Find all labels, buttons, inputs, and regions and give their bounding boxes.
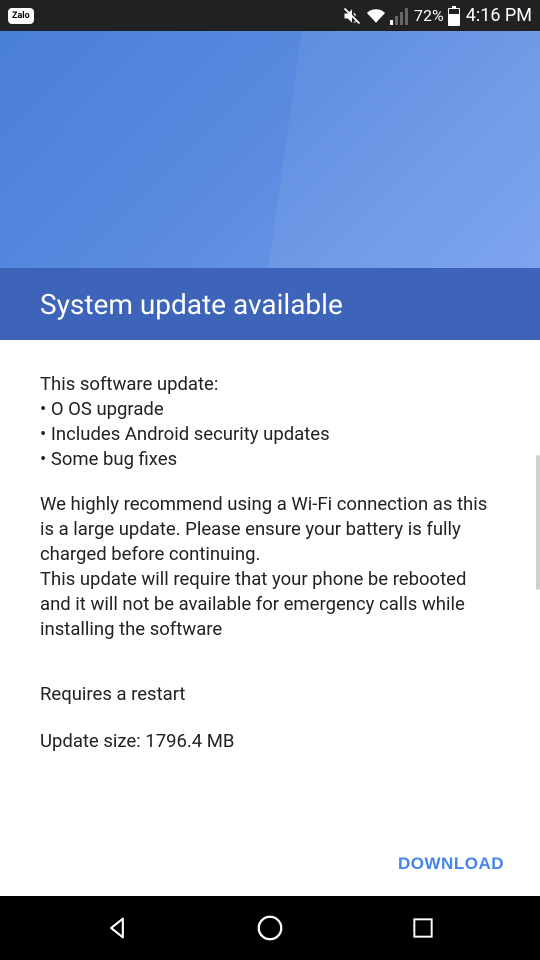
recent-apps-button[interactable] <box>373 915 473 941</box>
bullet-os-upgrade: • O OS upgrade <box>40 397 500 422</box>
bullet-bugfixes: • Some bug fixes <box>40 447 500 472</box>
mute-icon <box>342 6 362 26</box>
wifi-icon <box>366 7 386 25</box>
back-icon <box>103 914 131 942</box>
battery-icon <box>448 6 460 26</box>
wifi-recommendation: We highly recommend using a Wi-Fi connec… <box>40 492 500 567</box>
status-right: 72% 4:16 PM <box>342 5 532 26</box>
update-content: This software update: • O OS upgrade • I… <box>0 340 540 754</box>
navigation-bar <box>0 896 540 960</box>
update-bullets: • O OS upgrade • Includes Android securi… <box>40 397 500 472</box>
restart-note: Requires a restart <box>40 682 500 707</box>
update-size: Update size: 1796.4 MB <box>40 729 500 754</box>
page-title: System update available <box>40 288 343 321</box>
header-banner: System update available <box>0 31 540 340</box>
signal-icon <box>390 7 410 25</box>
download-button[interactable]: DOWNLOAD <box>384 844 518 884</box>
home-icon <box>255 913 285 943</box>
bullet-security: • Includes Android security updates <box>40 422 500 447</box>
clock: 4:16 PM <box>466 5 532 26</box>
back-button[interactable] <box>67 914 167 942</box>
scrollbar[interactable] <box>536 455 540 590</box>
reboot-note: This update will require that your phone… <box>40 567 500 642</box>
status-bar: Zalo 72% 4:16 PM <box>0 0 540 31</box>
update-intro: This software update: <box>40 372 500 397</box>
recent-icon <box>410 915 436 941</box>
battery-percent: 72% <box>414 6 444 25</box>
status-left: Zalo <box>8 8 34 24</box>
header-title-bar: System update available <box>0 268 540 340</box>
home-button[interactable] <box>220 913 320 943</box>
notification-app-badge: Zalo <box>8 8 34 24</box>
